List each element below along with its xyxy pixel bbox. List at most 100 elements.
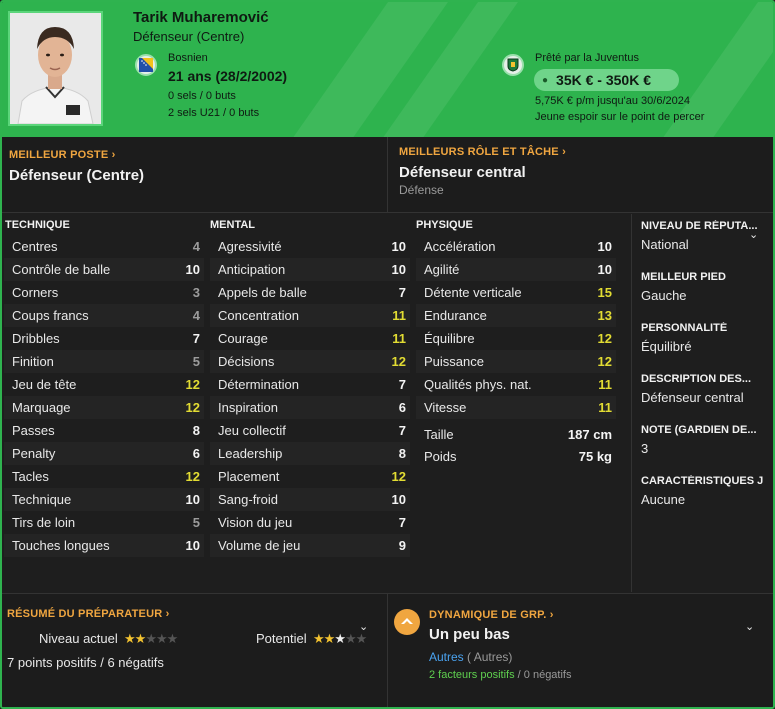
coach-summary: 7 points positifs / 6 négatifs [7,655,164,670]
physical-attribute-row[interactable]: Endurance 13 [416,304,616,327]
technical-attribute-row[interactable]: Touches longues 10 [4,534,204,557]
attribute-label: Anticipation [218,262,286,277]
transfer-value-pill[interactable]: ● 35K € - 350K € [534,69,679,91]
star-icon: ★ [344,631,357,646]
attribute-label: Coups francs [12,308,89,323]
attribute-value: 10 [391,492,406,507]
technical-attribute-row[interactable]: Marquage 12 [4,396,204,419]
height-row: Taille 187 cm [424,427,612,442]
player-profile-panel: Tarik Muharemović Défenseur (Centre) Bos… [0,0,775,709]
technical-attribute-row[interactable]: Tirs de loin 5 [4,511,204,534]
attribute-value: 15 [597,285,612,300]
personality-value: Équilibré [641,339,692,354]
best-position-row: MEILLEUR POSTE › Défenseur (Centre) MEIL… [2,137,773,213]
physical-attribute-row[interactable]: Puissance 12 [416,350,616,373]
star-icon: ★ [134,631,147,646]
attribute-label: Inspiration [218,400,278,415]
technical-attribute-row[interactable]: Dribbles 7 [4,327,204,350]
technical-title: TECHNIQUE [5,219,70,231]
technical-attribute-row[interactable]: Centres 4 [4,235,204,258]
technical-attribute-row[interactable]: Coups francs 4 [4,304,204,327]
mental-attribute-row[interactable]: Anticipation 10 [210,258,410,281]
technical-attribute-row[interactable]: Contrôle de balle 10 [4,258,204,281]
star-icon: ★ [166,631,179,646]
player-status: Jeune espoir sur le point de percer [535,111,705,123]
mental-attribute-row[interactable]: Sang-froid 10 [210,488,410,511]
attribute-label: Équilibre [424,331,475,346]
attribute-value: 10 [185,262,200,277]
technical-attribute-row[interactable]: Technique 10 [4,488,204,511]
technical-attribute-row[interactable]: Passes 8 [4,419,204,442]
mental-attribute-row[interactable]: Vision du jeu 7 [210,511,410,534]
social-group: Autres ( Autres) [429,650,512,664]
mental-attribute-row[interactable]: Détermination 7 [210,373,410,396]
technical-attribute-row[interactable]: Tacles 12 [4,465,204,488]
mental-attribute-row[interactable]: Agressivité 10 [210,235,410,258]
mental-attribute-row[interactable]: Inspiration 6 [210,396,410,419]
club-badge-icon[interactable] [502,54,524,76]
attribute-value: 10 [391,239,406,254]
attribute-label: Décisions [218,354,275,369]
mental-attribute-row[interactable]: Placement 12 [210,465,410,488]
player-photo [8,11,103,126]
chevron-right-icon: › [111,149,116,161]
physical-attribute-row[interactable]: Accélération 10 [416,235,616,258]
best-position-section[interactable]: MEILLEUR POSTE › Défenseur (Centre) [2,137,388,213]
attribute-value: 12 [185,377,200,392]
chevron-right-icon: › [165,608,170,620]
bosnia-flag-icon[interactable] [135,54,157,76]
mental-attribute-row[interactable]: Appels de balle 7 [210,281,410,304]
attribute-value: 7 [398,515,406,530]
mental-attribute-row[interactable]: Volume de jeu 9 [210,534,410,557]
social-group-link[interactable]: Autres [429,650,464,664]
star-icon: ★ [145,631,157,646]
mental-attribute-row[interactable]: Jeu collectif 7 [210,419,410,442]
attribute-label: Puissance [424,354,484,369]
dynamics-title[interactable]: DYNAMIQUE DE GRP. › [429,609,554,621]
mental-attribute-row[interactable]: Concentration 11 [210,304,410,327]
mental-attribute-row[interactable]: Leadership 8 [210,442,410,465]
technical-attribute-row[interactable]: Corners 3 [4,281,204,304]
attribute-value: 10 [597,239,612,254]
potential-label: Potentiel [256,631,307,646]
chevron-down-icon[interactable]: ⌄ [745,620,754,633]
potential-ability-stars: ★★★★★ [313,631,367,647]
attribute-label: Placement [218,469,280,484]
attribute-value: 7 [398,285,406,300]
mental-attribute-row[interactable]: Décisions 12 [210,350,410,373]
attribute-label: Vitesse [424,400,467,415]
attribute-label: Penalty [12,446,56,461]
player-header: Tarik Muharemović Défenseur (Centre) Bos… [2,2,773,137]
attribute-label: Appels de balle [218,285,307,300]
technical-attribute-row[interactable]: Finition 5 [4,350,204,373]
best-position-title[interactable]: MEILLEUR POSTE › [9,149,116,161]
mental-attribute-row[interactable]: Courage 11 [210,327,410,350]
coach-report-title[interactable]: RÉSUMÉ DU PRÉPARATEUR › [7,608,170,620]
loan-status: Prêté par la Juventus [535,52,639,64]
factors-separator: / [517,669,521,681]
technical-attribute-row[interactable]: Penalty 6 [4,442,204,465]
attribute-value: 8 [398,446,406,461]
attribute-label: Finition [12,354,54,369]
side-info-panel: NIVEAU DE RÉPUTA... National ⌄ MEILLEUR … [631,214,773,592]
physical-attribute-row[interactable]: Agilité 10 [416,258,616,281]
technical-attribute-row[interactable]: Jeu de tête 12 [4,373,204,396]
player-name: Tarik Muharemović [133,9,269,26]
preferred-foot-title: MEILLEUR PIED [641,271,726,283]
chevron-down-icon[interactable]: ⌄ [749,228,758,241]
coach-report-section[interactable]: RÉSUMÉ DU PRÉPARATEUR › ⌄ Niveau actuel … [2,594,388,707]
physical-attribute-row[interactable]: Vitesse 11 [416,396,616,419]
height-value: 187 cm [567,427,612,442]
social-group-sub: ( Autres) [467,650,513,664]
attribute-value: 12 [597,354,612,369]
chevron-right-icon: › [562,146,566,158]
goalkeeper-rating-value: 3 [641,441,649,456]
best-role-title[interactable]: MEILLEURS RÔLE ET TÂCHE › [399,146,566,158]
physical-attribute-row[interactable]: Détente verticale 15 [416,281,616,304]
physical-attribute-row[interactable]: Qualités phys. nat. 11 [416,373,616,396]
attribute-label: Qualités phys. nat. [424,377,532,392]
current-ability-stars: ★★★★★ [124,631,179,647]
attribute-label: Contrôle de balle [12,262,111,277]
physical-attribute-row[interactable]: Équilibre 12 [416,327,616,350]
bottom-panel: RÉSUMÉ DU PRÉPARATEUR › ⌄ Niveau actuel … [2,593,773,707]
